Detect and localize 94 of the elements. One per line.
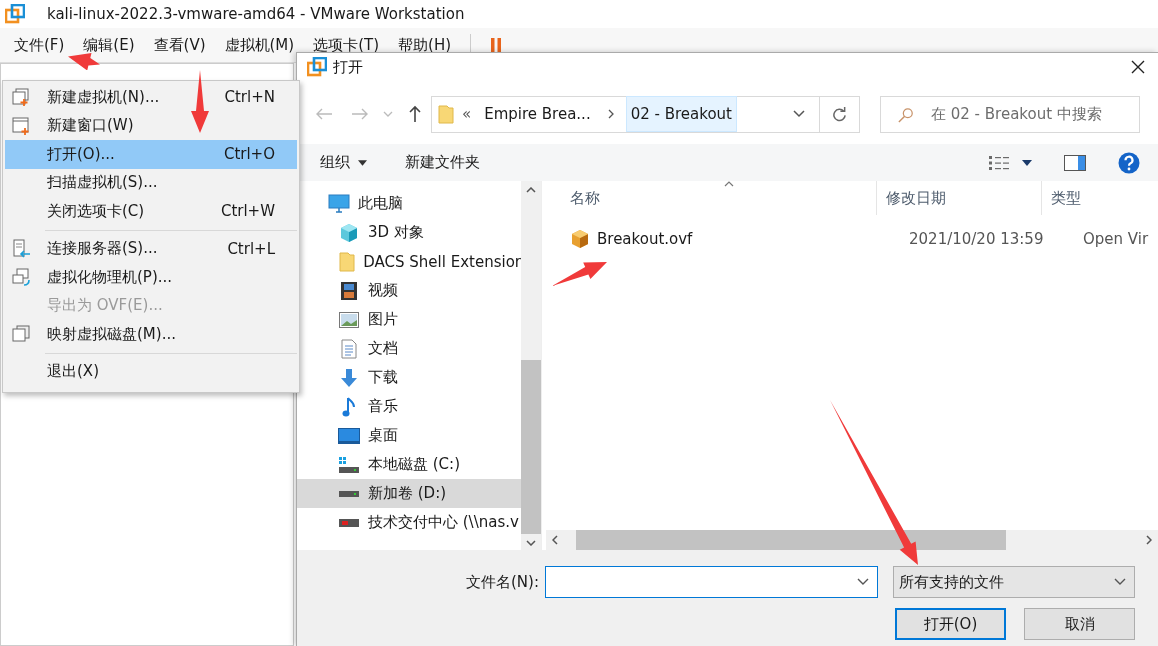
menu-entry[interactable]: 扫描虚拟机(S)... <box>5 168 297 197</box>
scrollbar[interactable] <box>521 181 541 550</box>
image-icon <box>339 311 359 328</box>
nav-item[interactable]: 此电脑 <box>297 189 521 218</box>
menu-entry[interactable]: 虚拟化物理机(P)... <box>5 263 297 292</box>
annotation-arrow <box>552 262 607 286</box>
nav-item[interactable]: DACS Shell Extensior <box>297 247 521 276</box>
breadcrumb-overflow[interactable]: « <box>462 105 472 123</box>
dialog-button[interactable]: 打开(O) <box>895 608 1006 640</box>
menu-entry[interactable]: 连接服务器(S)... Ctrl+L <box>5 234 297 263</box>
view-list-icon[interactable] <box>988 154 1010 171</box>
menu-entry[interactable]: 新建虚拟机(N)... Ctrl+N <box>5 83 297 112</box>
file-date: 2021/10/20 13:59 <box>908 229 1045 248</box>
new-vm-icon <box>11 87 31 108</box>
refresh-button[interactable] <box>820 95 860 133</box>
menu-entry[interactable]: 退出(X) <box>5 357 297 386</box>
app-logo-icon <box>307 57 327 77</box>
annotation-arrow <box>68 52 100 71</box>
refresh-icon <box>832 106 847 122</box>
drive-icon <box>338 455 360 474</box>
nav-item[interactable]: 下载 <box>297 363 521 392</box>
new-window-icon <box>11 115 31 136</box>
nav-item[interactable]: 技术交付中心 (\\nas.v <box>297 508 521 537</box>
nav-item[interactable]: 桌面 <box>297 421 521 450</box>
dialog-title: 打开 <box>333 57 364 77</box>
caret-icon <box>358 159 367 166</box>
chevron-down-icon[interactable] <box>793 110 805 118</box>
window-title: kali-linux-2022.3-vmware-amd64 - VMware Workstation <box>47 5 465 23</box>
nav-item[interactable]: 本地磁盘 (C:) <box>297 450 521 479</box>
computer-icon <box>11 267 31 288</box>
column-header[interactable]: 名称 <box>546 181 876 215</box>
column-header[interactable]: 修改日期 <box>876 181 1041 215</box>
breadcrumb[interactable]: 02 - Breakout <box>625 96 737 132</box>
nav-item[interactable]: 3D 对象 <box>297 218 521 247</box>
folder-icon <box>438 104 454 124</box>
app-logo-icon <box>5 4 25 24</box>
scroll-left-icon[interactable] <box>552 535 558 545</box>
chevron-down-icon <box>1114 578 1126 586</box>
cube-icon <box>339 222 359 243</box>
network-drive-icon <box>338 517 360 528</box>
nav-item[interactable]: 文档 <box>297 334 521 363</box>
chevron-right-icon[interactable] <box>607 109 614 119</box>
file-type: Open Vir <box>1082 229 1150 248</box>
menu-item[interactable]: 文件(F) <box>14 35 65 55</box>
help-icon[interactable] <box>1118 151 1140 174</box>
file-name-label: 文件名(N): <box>465 572 539 592</box>
scroll-thumb[interactable] <box>576 530 1006 550</box>
menu-item[interactable]: 帮助(H) <box>398 35 451 55</box>
up-icon[interactable] <box>408 105 422 123</box>
nav-item[interactable]: 音乐 <box>297 392 521 421</box>
menu-item[interactable]: 查看(V) <box>153 35 206 55</box>
disk-icon <box>11 324 31 345</box>
menu-item[interactable]: 编辑(E) <box>83 35 135 55</box>
scroll-up-icon[interactable] <box>526 187 536 193</box>
folder-icon <box>338 251 355 272</box>
desktop-icon <box>338 427 360 444</box>
menu-item[interactable]: 虚拟机(M) <box>224 35 295 55</box>
scrollbar[interactable] <box>546 530 1158 550</box>
sort-caret-icon <box>724 181 734 187</box>
pause-icon[interactable] <box>490 37 502 53</box>
menu-entry[interactable]: 映射虚拟磁盘(M)... <box>5 320 297 349</box>
package-icon <box>570 228 590 249</box>
address-bar[interactable]: « Empire Brea... 02 - Breakout <box>431 95 820 133</box>
chevron-down-icon[interactable] <box>857 578 869 586</box>
nav-item[interactable]: 新加卷 (D:) <box>297 479 521 508</box>
film-icon <box>340 280 358 301</box>
scroll-thumb[interactable] <box>521 360 541 534</box>
menu-entry[interactable]: 关闭选项卡(C) Ctrl+W <box>5 197 297 226</box>
download-icon <box>339 367 359 388</box>
scroll-right-icon[interactable] <box>1146 535 1152 545</box>
drive-icon <box>338 489 360 498</box>
file-name[interactable]: Breakout.ovf <box>597 229 693 248</box>
caret-icon[interactable] <box>1022 159 1032 166</box>
server-icon <box>11 238 31 259</box>
nav-item[interactable]: 图片 <box>297 305 521 334</box>
preview-pane-icon[interactable] <box>1064 154 1086 171</box>
new-folder-button[interactable]: 新建文件夹 <box>405 153 480 172</box>
menu-entry[interactable]: 新建窗口(W) <box>5 111 297 140</box>
nav-item[interactable]: 视频 <box>297 276 521 305</box>
monitor-icon <box>328 193 350 214</box>
breadcrumb[interactable]: Empire Brea... <box>479 96 596 132</box>
organize-menu[interactable]: 组织 <box>320 153 367 172</box>
file-type-dropdown[interactable]: 所有支持的文件 <box>893 566 1135 598</box>
menu-entry[interactable]: 打开(O)... Ctrl+O <box>5 140 297 169</box>
search-icon <box>898 106 914 123</box>
scroll-down-icon[interactable] <box>526 540 536 546</box>
column-header[interactable]: 类型 <box>1041 181 1158 215</box>
file-name-field[interactable] <box>545 566 878 598</box>
search-field[interactable]: 在 02 - Breakout 中搜索 <box>880 95 1140 133</box>
dialog-button[interactable]: 取消 <box>1024 608 1135 640</box>
close-icon[interactable] <box>1131 60 1145 74</box>
menu-item[interactable]: 选项卡(T) <box>313 35 380 55</box>
document-icon <box>341 338 357 359</box>
music-note-icon <box>342 395 356 418</box>
